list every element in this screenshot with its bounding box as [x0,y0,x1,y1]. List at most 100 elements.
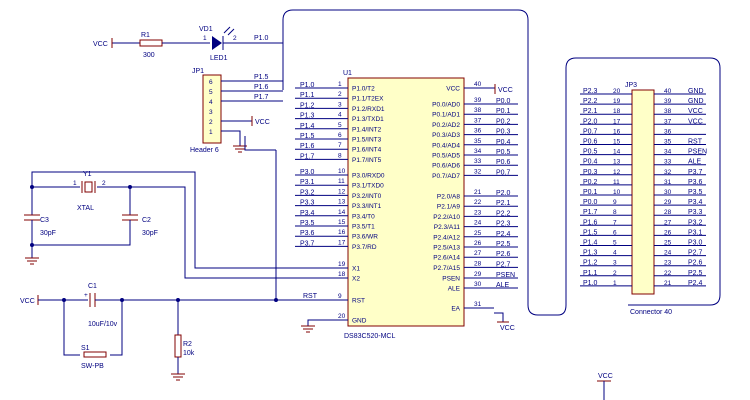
jp3-right-net: PSEN [688,149,707,156]
u1-vcc-label: VCC [498,87,513,94]
u1-pin-number: 19 [338,261,346,268]
r1-ref: R1 [141,32,150,39]
u1-pin-number: 15 [338,219,346,226]
led-ref: VD1 [199,26,213,33]
u1-pin-name: P0.3/AD3 [432,132,460,139]
c2-value: 30pF [142,230,158,237]
jp1-ref: JP1 [192,68,204,75]
u1-pin-number: 22 [474,199,482,206]
jp3-left-net: P2.0 [583,118,598,125]
c2-ref: C2 [142,217,151,224]
u1-pin-name: GND [352,318,367,325]
junction [128,185,132,189]
u1-pin-name: P0.1/AD1 [432,112,460,119]
u1-net-label: ALE [496,282,510,289]
u1-pin-name: RST [352,298,365,305]
ground-icon [25,257,39,265]
u1-pin-number: 12 [338,188,346,195]
y1-name: XTAL [77,205,94,212]
jp3-right-pin: 40 [664,88,672,95]
led-arrow-icon [223,26,231,34]
jp1-pin-number: 2 [209,119,213,126]
jp3-right-pin: 35 [664,139,672,146]
u1-pin-number: 31 [474,301,482,308]
jp3-right-net: GND [688,88,704,95]
u1-net-label: P2.2 [496,210,511,217]
jp3-right-pin: 32 [664,169,672,176]
u1-pin-number: 34 [474,148,482,155]
u1-pin-number: 8 [338,152,342,159]
u1-pin-number: 7 [338,142,342,149]
u1-pin-name: ALE [448,286,461,293]
led-net-label: P1.0 [254,35,269,42]
u1-net-label: P3.3 [300,200,315,207]
jp3-left-net: P0.0 [583,199,598,206]
u1-pin-number: 37 [474,117,482,124]
jp3-left-net: P0.2 [583,179,598,186]
u1-net-label: P3.1 [300,179,315,186]
c1-plus: + [84,292,88,299]
jp3-right-pin: 38 [664,108,672,115]
jp3-right-pin: 25 [664,240,672,247]
rst-net-label: RST [303,293,318,300]
wire [129,186,318,279]
jp3-right-pin: 28 [664,209,672,216]
jp3-left-net: P0.6 [583,139,598,146]
u1-pin-number: 36 [474,128,482,135]
c1-value: 10uF/10v [88,321,118,328]
jp3-left-net: P1.0 [583,280,598,287]
jp3-left-net: P1.2 [583,260,598,267]
u1-pin-name: P2.2/A10 [433,214,460,221]
u1-pin-number: 4 [338,112,342,119]
u1-pin-name: P1.3/TXD1 [352,116,384,123]
jp3-left-net: P1.3 [583,250,598,257]
u1-pin-number: 13 [338,199,346,206]
u1-pin-number: 20 [338,313,346,320]
ground-icon [171,373,185,381]
r2-ref: R2 [183,341,192,348]
u1-pin-number: 23 [474,209,482,216]
r2-resistor [174,334,182,358]
u1-net-label: P1.1 [300,92,315,99]
jp1-pin-number: 4 [209,99,213,106]
jp3-left-net: P1.5 [583,229,598,236]
u1-pin-number: 38 [474,107,482,114]
u1-pin-number: 1 [338,81,342,88]
u1-net-label: P3.2 [300,189,315,196]
jp3-left-net: P1.4 [583,240,598,247]
u1-pin-name: P0.6/AD6 [432,163,460,170]
c3-ref: C3 [40,217,49,224]
u1-pin-name: P0.5/AD5 [432,153,460,160]
u1-pin-name: P3.0/RXD0 [352,173,385,180]
jp3-ref: JP3 [625,82,637,89]
jp3-right-net: P2.4 [688,280,703,287]
u1-pin-name: P3.1/TXD0 [352,183,384,190]
jp3-left-pin: 11 [613,179,620,186]
jp3-right-net: ALE [688,159,702,166]
wire [307,319,318,326]
u1-pin-number: 30 [474,281,482,288]
u1-right-pins: 40 VCC 39 P0.0/AD0 P0.0 38 P0.1/AD1 P0.1 37 P0.2/… [432,81,518,313]
pushbutton-icon [83,351,107,358]
jp3-right-net: P3.4 [688,199,703,206]
schematic-drawing: VCC R1 300 VD1 1 2 LED1 P1.0 JP1 Header … [20,9,721,400]
jp3-right-pin: 23 [664,260,672,267]
jp3-left-pin: 9 [613,199,617,206]
u1-net-label: P3.4 [300,210,315,217]
jp3-left-pin: 20 [613,88,621,95]
u1-pin-name: P3.3/INT1 [352,203,382,210]
u1-pin-number: 6 [338,132,342,139]
u1-pin-name: P3.2/INT0 [352,193,382,200]
jp3-right-net: GND [688,98,704,105]
c1-ref: C1 [88,283,97,290]
junction [30,243,34,247]
u1-pin-name: P1.1/T2EX [352,96,384,103]
u1-net-label: P1.0 [300,82,315,89]
jp1-pin-number: 3 [209,109,213,116]
u1-pin-name: P2.3/A11 [434,224,461,231]
jp3-right-pin: 24 [664,250,672,257]
wire [221,130,241,146]
jp3-left-net: P0.3 [583,169,598,176]
jp3-right-net: P3.1 [688,229,703,236]
u1-pin-name: P3.6/WR [352,234,378,241]
